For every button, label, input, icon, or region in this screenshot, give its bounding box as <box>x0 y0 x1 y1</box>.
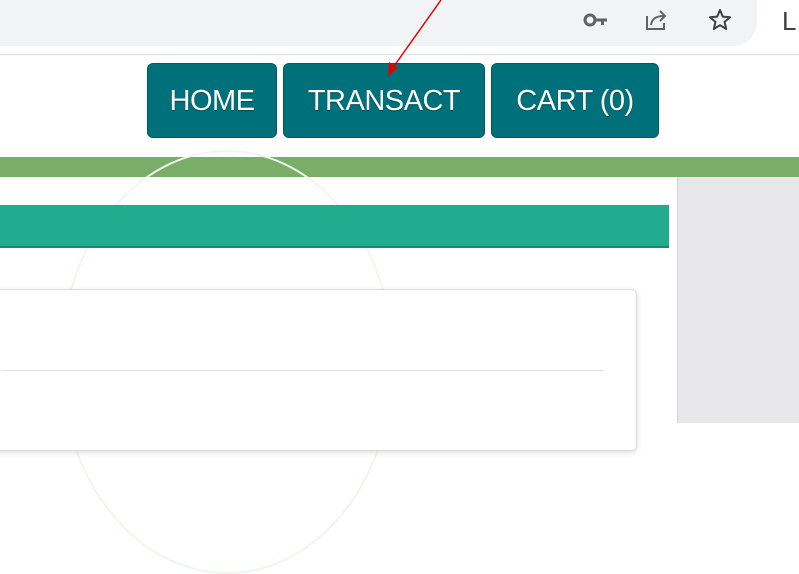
content-card <box>0 289 637 451</box>
share-icon[interactable] <box>642 6 670 34</box>
key-icon[interactable] <box>582 6 610 34</box>
card-divider <box>1 370 604 371</box>
sidebar-panel <box>677 177 799 423</box>
toolbar-divider <box>0 54 799 55</box>
section-header-band <box>0 205 669 248</box>
header-stripe <box>0 157 799 177</box>
address-bar[interactable] <box>0 0 757 46</box>
bookmark-star-icon[interactable] <box>706 6 734 34</box>
profile-avatar[interactable]: L <box>782 6 796 37</box>
transact-button[interactable]: TRANSACT <box>283 63 485 138</box>
cart-button[interactable]: CART (0) <box>491 63 659 138</box>
home-button[interactable]: HOME <box>147 63 277 138</box>
